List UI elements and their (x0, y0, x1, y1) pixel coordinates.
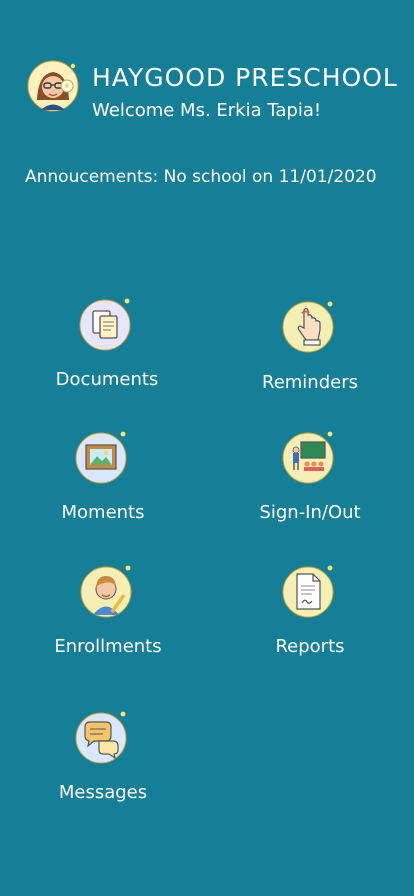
reminders-icon (282, 301, 334, 353)
menu-item-reports[interactable]: Reports (230, 564, 390, 674)
reports-icon (282, 565, 334, 618)
menu-item-messages[interactable]: Messages (23, 710, 183, 820)
menu-item-moments[interactable]: Moments (23, 430, 183, 540)
menu-label-reports: Reports (275, 636, 345, 657)
school-name: HAYGOOD PRESCHOOL (92, 63, 398, 92)
menu-item-enrollments[interactable]: Enrollments (28, 564, 188, 674)
menu-label-documents: Documents (55, 369, 159, 390)
menu-label-sign-in-out: Sign-In/Out (259, 502, 361, 523)
documents-icon (79, 298, 131, 351)
menu-label-messages: Messages (58, 782, 148, 803)
enrollments-icon (80, 565, 132, 618)
messages-icon (75, 711, 127, 764)
moments-icon (75, 431, 127, 484)
menu-item-sign-in-out[interactable]: Sign-In/Out (230, 430, 390, 540)
menu-label-enrollments: Enrollments (54, 636, 162, 657)
home-screen: HAYGOOD PRESCHOOL Welcome Ms. Erkia Tapi… (0, 0, 414, 896)
teacher-avatar-icon (27, 60, 79, 112)
welcome-message: Welcome Ms. Erkia Tapia! (92, 100, 322, 121)
menu-item-reminders[interactable]: Reminders (230, 300, 390, 410)
menu-item-documents[interactable]: Documents (27, 297, 187, 407)
menu-label-moments: Moments (61, 502, 145, 523)
menu-label-reminders: Reminders (262, 372, 358, 393)
announcement-text: Annoucements: No school on 11/01/2020 (25, 167, 377, 187)
sign-in-out-icon (282, 431, 334, 484)
